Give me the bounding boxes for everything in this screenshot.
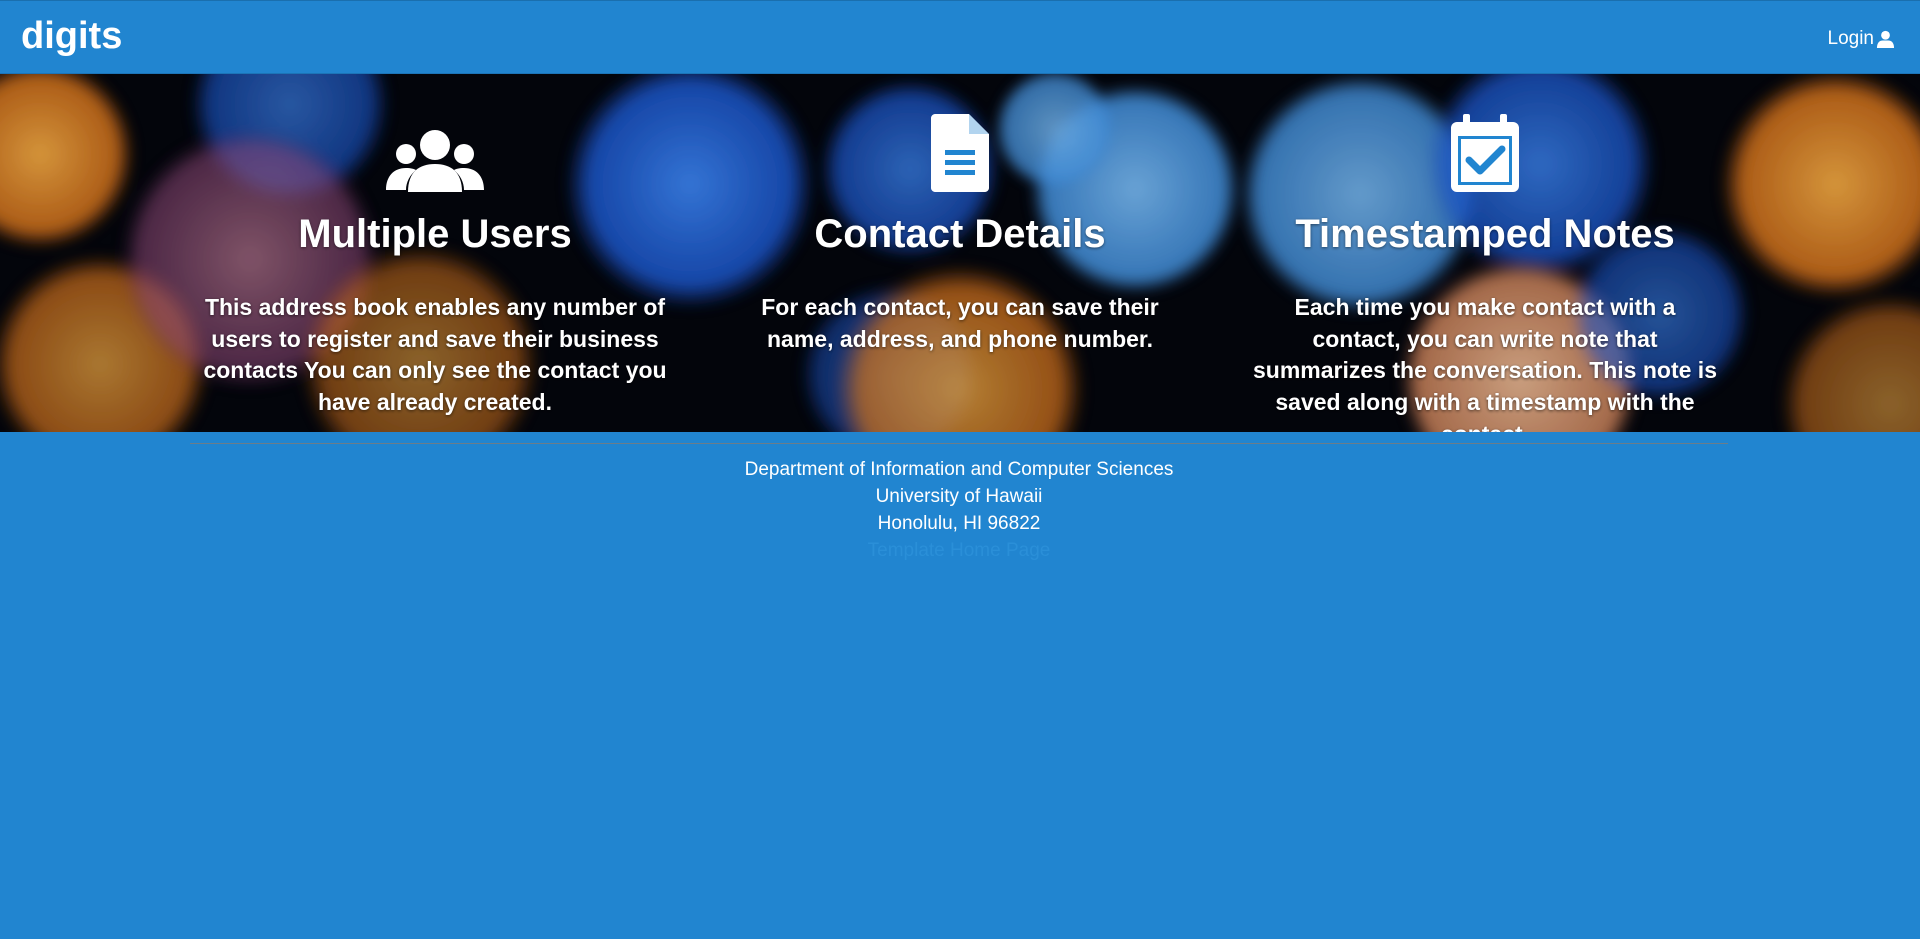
template-home-page-link[interactable]: Template Home Page (190, 537, 1728, 564)
top-navbar: digits Login (0, 0, 1920, 74)
footer-city: Honolulu, HI 96822 (877, 513, 1041, 534)
user-icon (1876, 30, 1895, 49)
feature-description: Each time you make contact with a contac… (1253, 294, 1717, 432)
feature-multiple-users: Multiple Users This address book enables… (200, 74, 670, 419)
feature-contact-details: Contact Details For each contact, you ca… (725, 74, 1195, 355)
file-text-icon (725, 92, 1195, 192)
brand-logo-link[interactable]: digits (21, 15, 122, 58)
hero-banner: Multiple Users This address book enables… (0, 74, 1920, 432)
feature-description: This address book enables any number of … (203, 294, 667, 416)
footer-university: University of Hawaii (875, 486, 1043, 507)
calendar-check-icon (1250, 92, 1720, 192)
feature-description: For each contact, you can save their nam… (761, 294, 1159, 352)
feature-title: Contact Details (814, 212, 1106, 256)
login-label: Login (1827, 28, 1875, 49)
login-button[interactable]: Login (1828, 28, 1896, 50)
footer-department: Department of Information and Computer S… (744, 459, 1174, 480)
users-icon (200, 92, 670, 192)
feature-title: Multiple Users (298, 212, 572, 256)
page-footer: Department of Information and Computer S… (190, 443, 1728, 564)
feature-title: Timestamped Notes (1295, 212, 1675, 256)
feature-timestamped-notes: Timestamped Notes Each time you make con… (1250, 74, 1720, 432)
